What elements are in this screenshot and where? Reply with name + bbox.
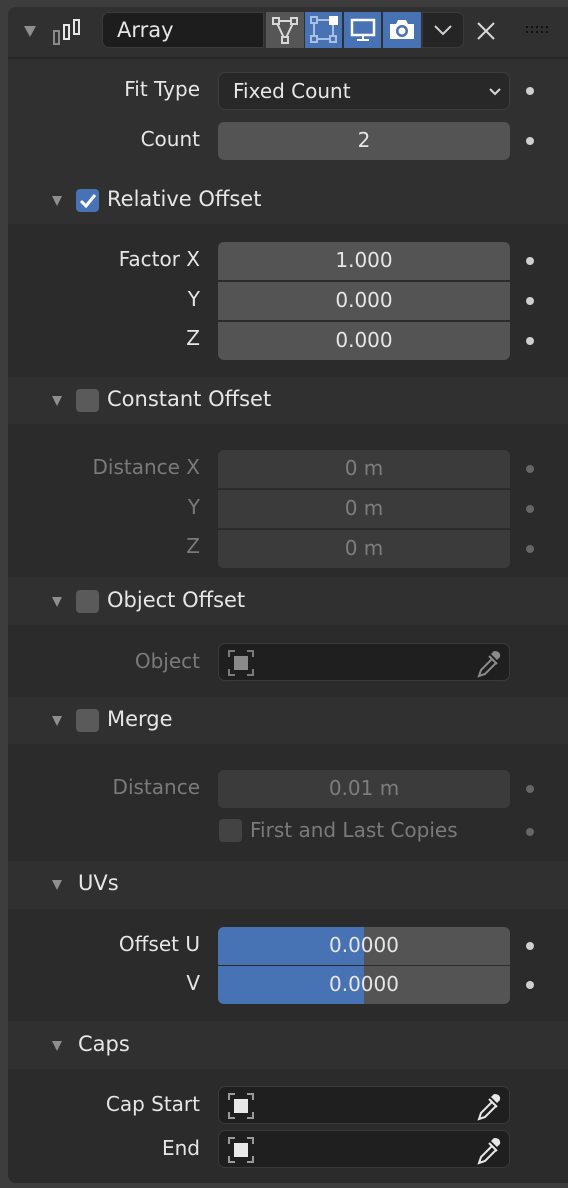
collapse-triangle-icon[interactable]: [52, 196, 62, 206]
edit-mode-icon: [272, 17, 298, 44]
keyframe-dot[interactable]: [526, 942, 534, 950]
relative-offset-title: Relative Offset: [107, 187, 262, 211]
keyframe-dot[interactable]: [526, 545, 534, 553]
cap-end-label: End: [161, 1136, 200, 1160]
object-field[interactable]: [218, 643, 510, 681]
keyframe-dot[interactable]: [526, 828, 534, 836]
uvs-title: UVs: [78, 871, 119, 895]
collapse-triangle-icon[interactable]: [52, 396, 62, 406]
collapse-triangle-icon[interactable]: [24, 26, 36, 37]
offset-u-label: Offset U: [118, 932, 200, 956]
cage-toggle[interactable]: [305, 12, 342, 48]
distance-x-field[interactable]: 0 m: [218, 450, 510, 488]
constant-offset-header[interactable]: Constant Offset: [8, 377, 568, 424]
constant-offset-checkbox[interactable]: [76, 389, 99, 412]
collapse-triangle-icon[interactable]: [52, 1041, 62, 1051]
modifier-header: Array: [8, 7, 568, 59]
distance-y-field[interactable]: 0 m: [218, 490, 510, 528]
merge-checkbox[interactable]: [76, 709, 99, 732]
offset-v-value: 0.0000: [329, 972, 399, 996]
merge-title: Merge: [107, 707, 173, 731]
keyframe-dot[interactable]: [526, 337, 534, 345]
factor-y-label: Y: [187, 287, 200, 311]
on-cage-icon: [309, 16, 338, 43]
object-offset-checkbox[interactable]: [76, 590, 99, 613]
keyframe-dot[interactable]: [526, 505, 534, 513]
cap-end-field[interactable]: [218, 1130, 510, 1168]
factor-x-field[interactable]: 1.000: [218, 242, 510, 280]
relative-offset-body: Factor X Y Z 1.000 0.000 0.000: [8, 224, 568, 377]
camera-icon: [390, 20, 414, 39]
object-offset-header[interactable]: Object Offset: [8, 577, 568, 625]
distance-y-label: Y: [187, 495, 200, 519]
count-label: Count: [140, 127, 200, 151]
collapse-triangle-icon[interactable]: [52, 880, 62, 890]
keyframe-dot[interactable]: [526, 465, 534, 473]
object-icon: [228, 1093, 254, 1119]
caps-title: Caps: [78, 1032, 130, 1056]
distance-z-label: Z: [186, 534, 200, 558]
offset-v-label: V: [186, 971, 200, 995]
object-offset-title: Object Offset: [107, 588, 246, 612]
keyframe-dot[interactable]: [526, 785, 534, 793]
uvs-body: Offset U V 0.0000 0.0000: [8, 909, 568, 1021]
cap-start-label: Cap Start: [105, 1092, 200, 1116]
edit-mode-toggle[interactable]: [266, 12, 304, 48]
constant-offset-title: Constant Offset: [107, 387, 272, 411]
modifier-name-input[interactable]: Array: [102, 12, 264, 48]
factor-z-label: Z: [186, 326, 200, 350]
viewport-toggle[interactable]: [344, 12, 381, 48]
merge-header[interactable]: Merge: [8, 697, 568, 744]
chevron-down-icon: [489, 88, 501, 96]
array-modifier-icon: [53, 19, 80, 45]
merge-body: Distance 0.01 m First and Last Copies: [8, 744, 568, 861]
constant-offset-body: Distance X Y Z 0 m 0 m 0 m: [8, 424, 568, 577]
merge-distance-label: Distance: [112, 775, 200, 799]
collapse-triangle-icon[interactable]: [52, 716, 62, 726]
distance-x-label: Distance X: [92, 455, 200, 479]
uvs-header[interactable]: UVs: [8, 861, 568, 909]
offset-u-slider[interactable]: 0.0000: [218, 927, 510, 965]
eyedropper-icon[interactable]: [475, 648, 503, 678]
keyframe-dot[interactable]: [526, 137, 534, 145]
first-last-copies-checkbox[interactable]: [219, 819, 242, 842]
relative-offset-header[interactable]: Relative Offset: [8, 177, 568, 224]
fit-type-select[interactable]: Fixed Count: [218, 72, 510, 110]
object-offset-body: Object: [8, 625, 568, 697]
object-icon: [228, 650, 254, 676]
cap-start-field[interactable]: [218, 1086, 510, 1124]
drag-handle-icon[interactable]: [526, 26, 548, 36]
first-last-copies-label: First and Last Copies: [250, 818, 458, 842]
keyframe-dot[interactable]: [526, 257, 534, 265]
close-icon[interactable]: [476, 21, 496, 41]
fit-type-label: Fit Type: [124, 77, 200, 101]
render-toggle[interactable]: [383, 12, 421, 48]
offset-v-slider[interactable]: 0.0000: [218, 966, 510, 1004]
modifier-menu-dropdown[interactable]: [422, 12, 464, 48]
collapse-triangle-icon[interactable]: [52, 597, 62, 607]
checkmark-icon: [79, 194, 97, 209]
distance-z-field[interactable]: 0 m: [218, 530, 510, 568]
keyframe-dot[interactable]: [526, 87, 534, 95]
factor-x-label: Factor X: [118, 247, 200, 271]
factor-z-field[interactable]: 0.000: [218, 322, 510, 360]
offset-u-value: 0.0000: [329, 933, 399, 957]
eyedropper-icon[interactable]: [475, 1135, 503, 1165]
keyframe-dot[interactable]: [526, 297, 534, 305]
chevron-down-icon: [434, 25, 452, 36]
merge-distance-field[interactable]: 0.01 m: [218, 770, 510, 808]
object-icon: [228, 1137, 254, 1163]
object-label: Object: [134, 649, 200, 673]
factor-y-field[interactable]: 0.000: [218, 282, 510, 320]
count-field[interactable]: 2: [218, 122, 510, 160]
array-modifier-panel: Array Fit Type Fixed Count Count 2 Relat…: [8, 7, 568, 1183]
eyedropper-icon[interactable]: [475, 1091, 503, 1121]
monitor-icon: [350, 18, 375, 41]
caps-header[interactable]: Caps: [8, 1021, 568, 1069]
keyframe-dot[interactable]: [526, 981, 534, 989]
caps-body: Cap Start End: [8, 1069, 568, 1183]
relative-offset-checkbox[interactable]: [76, 189, 99, 212]
fit-type-value: Fixed Count: [233, 79, 351, 103]
